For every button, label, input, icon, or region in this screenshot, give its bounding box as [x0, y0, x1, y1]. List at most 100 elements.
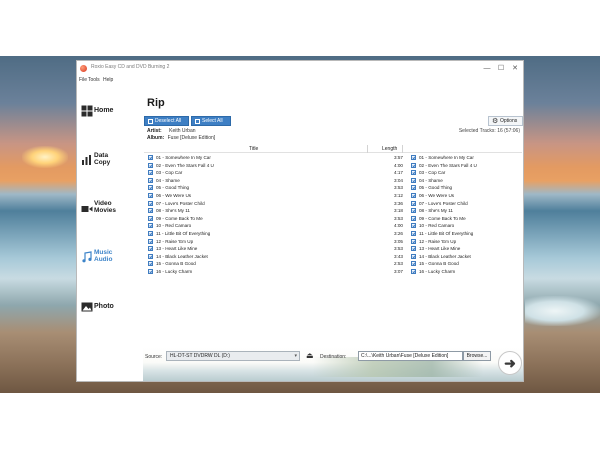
table-row[interactable]: 10 - Red Camaro 4:00 10 - Red Camaro: [144, 222, 522, 230]
column-divider[interactable]: [367, 145, 368, 153]
sidebar-item-home[interactable]: Home: [81, 99, 113, 121]
output-checkbox[interactable]: [411, 200, 416, 206]
chevron-down-icon: ▾: [294, 353, 297, 359]
sidebar-item-video-movies[interactable]: Video Movies: [81, 197, 116, 219]
track-checkbox[interactable]: [148, 170, 153, 176]
output-checkbox[interactable]: [411, 215, 416, 221]
track-file-name: 03 - Cop Car: [419, 170, 446, 176]
output-checkbox[interactable]: [411, 162, 416, 168]
track-checkbox[interactable]: [148, 253, 153, 259]
table-row[interactable]: 05 - Good Thing 3:53 05 - Good Thing: [144, 184, 522, 192]
track-file-name: 12 - Raise 'Em Up: [419, 238, 457, 244]
track-file-name: 14 - Black Leather Jacket: [419, 253, 471, 259]
track-length: 4:00: [394, 223, 403, 229]
track-checkbox[interactable]: [148, 261, 153, 267]
track-checkbox[interactable]: [148, 162, 153, 168]
output-checkbox[interactable]: [411, 269, 416, 274]
output-checkbox[interactable]: [411, 185, 416, 191]
track-title: 14 - Black Leather Jacket: [156, 253, 208, 259]
track-checkbox[interactable]: [148, 269, 153, 274]
menu-tools[interactable]: Tools: [88, 77, 100, 83]
eject-icon[interactable]: ⏏: [306, 352, 316, 360]
table-row[interactable]: 04 - Shame 3:04 04 - Shame: [144, 177, 522, 185]
output-checkbox[interactable]: [411, 155, 416, 160]
output-checkbox[interactable]: [411, 223, 416, 229]
table-row[interactable]: 01 - Somewhere In My Car 3:57 01 - Somewhe…: [144, 154, 522, 162]
table-row[interactable]: 15 - Gonna B Good 2:53 15 - Gonna B Good: [144, 260, 522, 268]
track-checkbox[interactable]: [148, 231, 153, 236]
sidebar-item-photo[interactable]: Photo: [81, 295, 114, 317]
output-checkbox[interactable]: [411, 231, 416, 236]
table-row[interactable]: 12 - Raise 'Em Up 3:05 12 - Raise 'Em Up: [144, 238, 522, 246]
track-checkbox[interactable]: [148, 193, 153, 198]
source-label: Source:: [145, 354, 163, 360]
output-checkbox[interactable]: [411, 253, 416, 259]
deselect-all-button[interactable]: Deselect All: [144, 116, 189, 126]
select-icon: [195, 119, 200, 124]
start-rip-button[interactable]: ➜: [498, 351, 522, 375]
output-checkbox[interactable]: [411, 261, 416, 267]
artist-info: Artist: Keith Urban: [147, 128, 196, 134]
sidebar-label-video-movies: Video Movies: [94, 200, 117, 214]
track-list: 01 - Somewhere In My Car 3:57 01 - Somewhe…: [144, 154, 522, 354]
table-row[interactable]: 08 - She's My 11 3:18 08 - She's My 11: [144, 207, 522, 215]
track-checkbox[interactable]: [148, 208, 153, 214]
menu-file[interactable]: File: [79, 77, 87, 83]
track-checkbox[interactable]: [148, 246, 153, 252]
minimize-button[interactable]: —: [480, 63, 494, 74]
track-checkbox[interactable]: [148, 155, 153, 160]
sidebar-item-data-copy[interactable]: Data Copy: [81, 148, 110, 170]
output-checkbox[interactable]: [411, 246, 416, 252]
table-row[interactable]: 09 - Come Back To Me 3:53 09 - Come Back T…: [144, 215, 522, 223]
track-length: 3:07: [394, 269, 403, 274]
column-divider[interactable]: [402, 145, 403, 153]
table-row[interactable]: 11 - Little Bit Of Everything 3:26 11 - Li…: [144, 230, 522, 238]
video-camera-icon: [81, 202, 93, 214]
output-checkbox[interactable]: [411, 193, 416, 198]
track-length: 3:05: [394, 238, 403, 244]
selected-tracks-summary: Selected Tracks: 16 (57:06): [458, 128, 520, 134]
title-bar[interactable]: Roxio Easy CD and DVD Burning 2 — ☐ ✕: [77, 61, 523, 76]
table-row[interactable]: 03 - Cop Car 4:17 03 - Cop Car: [144, 169, 522, 177]
table-row[interactable]: 06 - We Were Us 3:12 06 - We Were Us: [144, 192, 522, 200]
deselect-all-label: Deselect All: [155, 118, 182, 124]
options-button[interactable]: ⚙ Options: [488, 116, 523, 126]
track-title: 10 - Red Camaro: [156, 223, 192, 229]
column-title[interactable]: Title: [249, 146, 258, 152]
track-length: 3:53: [394, 246, 403, 252]
destination-field[interactable]: C:\...\Keith Urban\Fuse [Deluxe Edition]: [358, 351, 463, 361]
track-checkbox[interactable]: [148, 215, 153, 221]
maximize-button[interactable]: ☐: [494, 63, 508, 74]
destination-label: Destination:: [320, 354, 347, 360]
home-grid-icon: [81, 104, 93, 117]
output-checkbox[interactable]: [411, 208, 416, 214]
track-checkbox[interactable]: [148, 200, 153, 206]
table-row[interactable]: 16 - Lucky Charm 3:07 16 - Lucky Charm: [144, 268, 522, 276]
track-title: 06 - We Were Us: [156, 193, 192, 198]
track-checkbox[interactable]: [148, 185, 153, 191]
track-title: 08 - She's My 11: [156, 208, 190, 214]
select-all-button[interactable]: Select All: [191, 116, 231, 126]
table-row[interactable]: 07 - Love's Poster Child 3:36 07 - Love's …: [144, 200, 522, 208]
output-checkbox[interactable]: [411, 177, 416, 183]
sidebar-item-music-audio[interactable]: Music Audio: [81, 245, 112, 267]
track-table-header: Title Length: [144, 145, 522, 153]
table-row[interactable]: 14 - Black Leather Jacket 3:43 14 - Black …: [144, 253, 522, 261]
track-file-name: 13 - Heart Like Mine: [419, 246, 461, 252]
track-title: 12 - Raise 'Em Up: [156, 238, 194, 244]
output-checkbox[interactable]: [411, 170, 416, 176]
track-checkbox[interactable]: [148, 223, 153, 229]
track-checkbox[interactable]: [148, 238, 153, 244]
output-checkbox[interactable]: [411, 238, 416, 244]
track-title: 09 - Come Back To Me: [156, 215, 203, 221]
table-row[interactable]: 13 - Heart Like Mine 3:53 13 - Heart Like …: [144, 245, 522, 253]
source-select[interactable]: HL-DT-ST DVDRW DL (D:) ▾: [166, 351, 300, 361]
track-file-name: 15 - Gonna B Good: [419, 261, 459, 267]
track-checkbox[interactable]: [148, 177, 153, 183]
menu-help[interactable]: Help: [103, 77, 113, 83]
table-row[interactable]: 02 - Even The Stars Fall 4 U 4:00 02 - Eve…: [144, 162, 522, 170]
column-length[interactable]: Length: [382, 146, 397, 152]
browse-button[interactable]: Browse...: [463, 351, 491, 361]
close-button[interactable]: ✕: [508, 63, 522, 74]
album-label: Album:: [147, 135, 165, 141]
